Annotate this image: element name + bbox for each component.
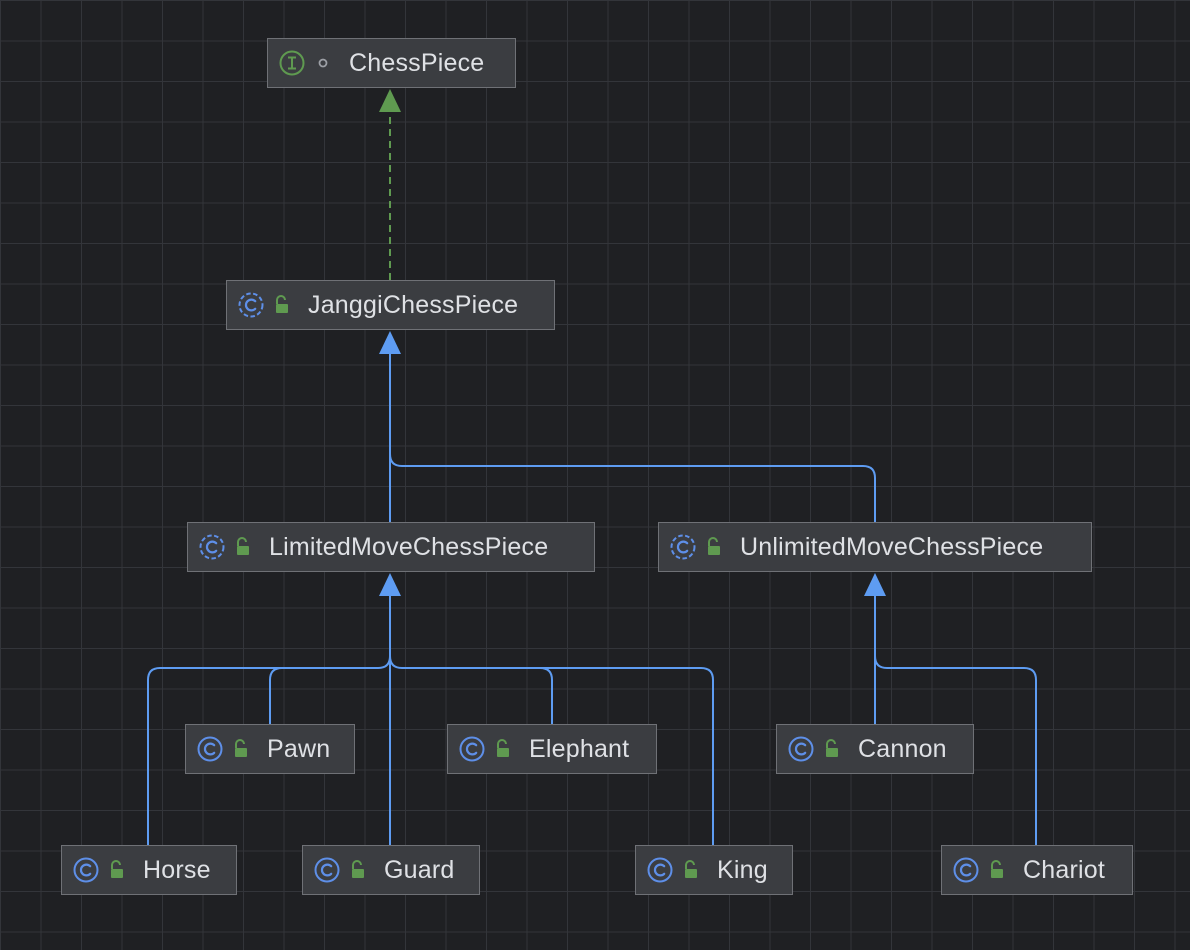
node-janggi-chess-piece[interactable]: JanggiChessPiece [226, 280, 555, 330]
edge-elephant-extends-limited [402, 667, 553, 724]
edge-pawn-extends-limited [269, 667, 378, 724]
circle-dot-icon [318, 58, 328, 68]
node-label: LimitedMoveChessPiece [269, 532, 549, 561]
node-chesspiece[interactable]: ChessPiece [267, 38, 516, 88]
lock-open-icon [497, 739, 509, 757]
node-label: Guard [384, 855, 455, 884]
extends-arrowhead-limited [379, 573, 401, 596]
node-unlimited-move-chess-piece[interactable]: UnlimitedMoveChessPiece [658, 522, 1092, 572]
node-pawn[interactable]: Pawn [185, 724, 355, 774]
lock-open-icon [826, 739, 838, 757]
node-label: King [717, 855, 768, 884]
node-label: Horse [143, 855, 211, 884]
lock-open-icon [276, 295, 288, 313]
uml-class-diagram: ChessPiece JanggiChessPiece LimitedMoveC… [0, 0, 1190, 950]
node-label: Elephant [529, 734, 630, 763]
lock-open-icon [352, 860, 364, 878]
node-label: ChessPiece [349, 48, 485, 77]
extends-arrowhead-janggi [379, 331, 401, 354]
node-label: JanggiChessPiece [308, 290, 519, 319]
edge-unlimited-extends-janggi [389, 354, 876, 522]
node-label: Cannon [858, 734, 947, 763]
edge-layer [147, 89, 1037, 845]
node-label: Pawn [267, 734, 331, 763]
lock-open-icon [111, 860, 123, 878]
node-chariot[interactable]: Chariot [941, 845, 1133, 895]
extends-arrowhead-unlimited [864, 573, 886, 596]
abstract-class-icon [238, 292, 264, 318]
node-king[interactable]: King [635, 845, 793, 895]
abstract-class-icon [670, 534, 696, 560]
node-label: UnlimitedMoveChessPiece [740, 532, 1044, 561]
implements-arrowhead [379, 89, 401, 112]
lock-open-icon [235, 739, 247, 757]
lock-open-icon [708, 537, 720, 555]
class-icon [197, 736, 223, 762]
class-icon [953, 857, 979, 883]
class-icon [459, 736, 485, 762]
node-guard[interactable]: Guard [302, 845, 480, 895]
lock-open-icon [237, 537, 249, 555]
class-icon [73, 857, 99, 883]
abstract-class-icon [199, 534, 225, 560]
class-icon [788, 736, 814, 762]
node-label: Chariot [1023, 855, 1105, 884]
lock-open-icon [685, 860, 697, 878]
class-icon [314, 857, 340, 883]
class-icon [647, 857, 673, 883]
node-cannon[interactable]: Cannon [776, 724, 974, 774]
node-horse[interactable]: Horse [61, 845, 237, 895]
interface-icon [279, 50, 305, 76]
node-elephant[interactable]: Elephant [447, 724, 657, 774]
node-limited-move-chess-piece[interactable]: LimitedMoveChessPiece [187, 522, 595, 572]
lock-open-icon [991, 860, 1003, 878]
